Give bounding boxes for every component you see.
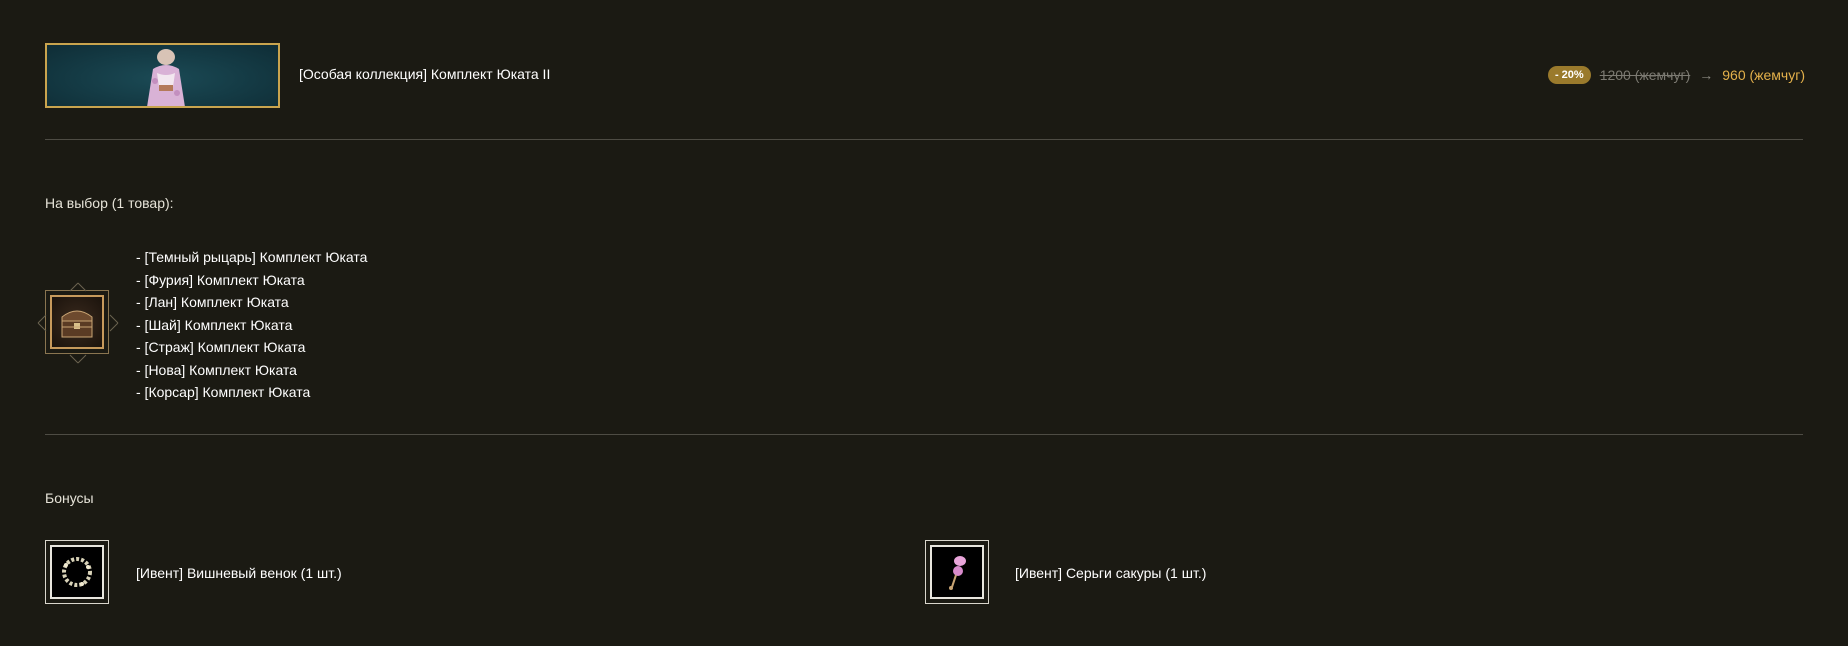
- list-item: - [Лан] Комплект Юката: [136, 294, 289, 310]
- old-price: 1200 (жемчуг): [1599, 67, 1691, 83]
- divider: [45, 139, 1803, 140]
- choice-item-slot[interactable]: [37, 282, 119, 364]
- bonuses-label: Бонусы: [45, 490, 94, 506]
- product-banner-image[interactable]: [45, 43, 280, 108]
- list-item: - [Темный рыцарь] Комплект Юката: [136, 249, 368, 265]
- price-arrow: →: [1699, 67, 1714, 83]
- list-item: - [Фурия] Комплект Юката: [136, 271, 305, 288]
- price-box: - 20% 1200 (жемчуг) → 960 (жемчуг): [1547, 66, 1805, 84]
- choice-label: На выбор (1 товар):: [45, 195, 174, 211]
- list-item: - [Страж] Комплект Юката: [136, 339, 306, 355]
- bonus-item-label: [Ивент] Вишневый венок (1 шт.): [136, 565, 342, 581]
- yukata-character-icon: [147, 49, 185, 106]
- list-item: - [Корсар] Комплект Юката: [136, 384, 311, 400]
- cherry-wreath-icon: [62, 557, 92, 587]
- list-item: - [Шай] Комплект Юката: [136, 316, 293, 333]
- bonus-item-slot[interactable]: [45, 540, 109, 604]
- bonus-item-label: [Ивент] Серьги сакуры (1 шт.): [1015, 565, 1207, 581]
- product-title: [Особая коллекция] Комплект Юката II: [299, 66, 551, 82]
- treasure-chest-icon: [61, 310, 93, 338]
- new-price: 960 (жемчуг): [1722, 67, 1805, 83]
- list-item: - [Нова] Комплект Юката: [136, 361, 297, 378]
- sakura-earrings-icon: [949, 556, 966, 590]
- discount-badge: - 20%: [1547, 66, 1591, 84]
- choice-list: - [Темный рыцарь] Комплект Юката - [Фури…: [136, 248, 367, 406]
- bonus-item-slot[interactable]: [925, 540, 989, 604]
- divider: [45, 434, 1803, 435]
